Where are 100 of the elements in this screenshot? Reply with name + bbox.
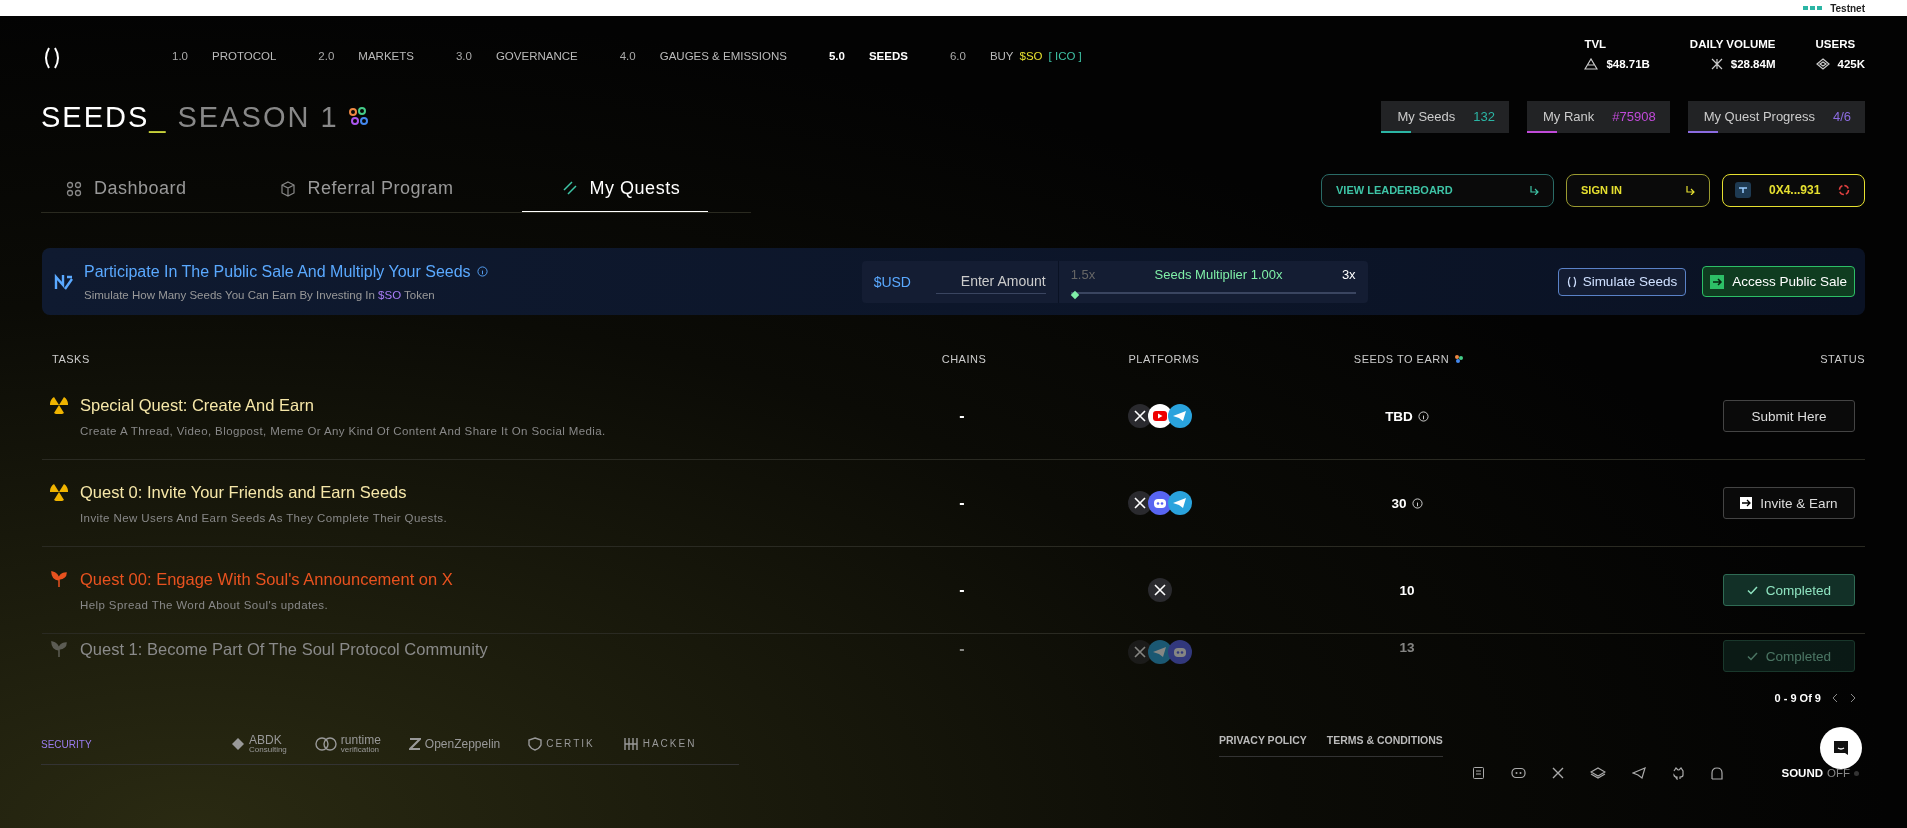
action-button[interactable]: SIGN IN bbox=[1566, 173, 1710, 207]
x-icon[interactable] bbox=[1148, 578, 1172, 602]
seeds-value: 30 bbox=[1391, 495, 1407, 511]
nav-link[interactable]: 6.0 BUY $SO [ ICO ] bbox=[949, 50, 1082, 62]
column-header: SEEDS TO EARN bbox=[1264, 353, 1554, 365]
nav-link[interactable]: 2.0 MARKETS bbox=[318, 50, 414, 62]
column-header: STATUS bbox=[1819, 353, 1865, 365]
quest-title: Quest 0: Invite Your Friends and Earn Seeds bbox=[80, 482, 408, 502]
telegram-icon[interactable] bbox=[1632, 767, 1647, 779]
auditor-logo[interactable]: ABDK Consulting bbox=[231, 734, 287, 754]
access-sale-button[interactable]: Access Public Sale bbox=[1702, 266, 1855, 297]
chains-value: - bbox=[958, 640, 966, 658]
column-header: CHAINS bbox=[940, 353, 988, 365]
telegram-icon[interactable] bbox=[1168, 404, 1192, 428]
check-icon bbox=[1746, 651, 1758, 661]
quest-title: Quest 1: Become Part Of The Soul Protocol Community bbox=[80, 640, 488, 659]
nav-link[interactable]: 4.0 GAUGES & EMISSIONS bbox=[619, 50, 787, 62]
tab[interactable]: Dashboard bbox=[41, 167, 205, 212]
cube-icon bbox=[279, 180, 296, 197]
stat-value: 425K bbox=[1837, 58, 1865, 70]
stat-label: TVL bbox=[1584, 38, 1608, 50]
signal-icon bbox=[1803, 6, 1823, 10]
stat-badge: My Seeds 132 bbox=[1381, 101, 1509, 133]
next-icon[interactable] bbox=[1849, 693, 1857, 703]
simulate-button[interactable]: Simulate Seeds bbox=[1557, 267, 1687, 296]
status-button[interactable]: Completed bbox=[1723, 574, 1855, 606]
arrow-icon bbox=[1740, 497, 1753, 509]
max-label: 3x bbox=[1341, 266, 1356, 282]
radiation-icon bbox=[50, 395, 68, 414]
sprout-icon bbox=[50, 640, 68, 658]
slashes-icon bbox=[561, 180, 578, 196]
stat-label: USERS bbox=[1815, 38, 1857, 50]
quest-description: Invite New Users And Earn Seeds As They Complete Their Quests. bbox=[80, 511, 447, 524]
page-title: SEEDS_ SEASON 1 bbox=[41, 100, 339, 134]
auditor-logo[interactable]: HACKEN bbox=[622, 737, 697, 751]
quest-description: Help Spread The Word About Soul's updates. bbox=[80, 598, 330, 611]
seeds-icon bbox=[1454, 354, 1465, 364]
banner-description: Simulate How Many Seeds You Can Earn By Investing In $SO Token bbox=[84, 288, 436, 301]
sprout-icon bbox=[50, 569, 68, 588]
cross-icon bbox=[1710, 58, 1723, 70]
diamond-icon bbox=[1815, 58, 1830, 70]
tab[interactable]: My Quests bbox=[521, 167, 709, 212]
nav-link[interactable]: 3.0 GOVERNANCE bbox=[455, 50, 578, 62]
document-icon[interactable] bbox=[1472, 766, 1486, 780]
stat-badge: My Quest Progress 4/6 bbox=[1687, 101, 1865, 133]
action-button[interactable]: VIEW LEADERBOARD bbox=[1321, 173, 1554, 207]
network-label: Testnet bbox=[1830, 2, 1865, 14]
min-label: 1.5x bbox=[1070, 266, 1096, 282]
telegram-icon[interactable] bbox=[1168, 491, 1192, 515]
security-label: SECURITY bbox=[41, 738, 93, 750]
footer-link[interactable]: PRIVACY POLICY bbox=[1219, 734, 1307, 746]
chains-value: - bbox=[958, 407, 966, 425]
return-arrow-icon bbox=[1685, 185, 1695, 195]
stat-badge: My Rank #75908 bbox=[1526, 101, 1670, 133]
stat-value: $48.71B bbox=[1606, 58, 1650, 70]
footer-link[interactable]: TERMS & CONDITIONS bbox=[1326, 734, 1443, 746]
amount-field[interactable]: Enter Amount bbox=[935, 269, 1046, 294]
chat-button[interactable] bbox=[1820, 727, 1862, 769]
seeds-icon bbox=[346, 106, 369, 128]
discord-icon[interactable] bbox=[1511, 767, 1527, 779]
stat-value: $28.84M bbox=[1730, 58, 1776, 70]
auditor-logo[interactable]: CERTIK bbox=[528, 737, 595, 751]
banner-title: Participate In The Public Sale And Multiply Your Seeds bbox=[84, 262, 471, 281]
stat-label: DAILY VOLUME bbox=[1689, 38, 1776, 50]
chains-value: - bbox=[958, 581, 966, 599]
tab[interactable]: Referral Program bbox=[254, 167, 472, 212]
return-arrow-icon bbox=[1529, 185, 1539, 195]
status-button[interactable]: Submit Here bbox=[1723, 400, 1855, 432]
chains-value: - bbox=[958, 494, 966, 512]
nav-link[interactable]: 1.0 PROTOCOL bbox=[172, 50, 277, 62]
nav-link[interactable]: 5.0 SEEDS bbox=[828, 50, 908, 62]
auditor-logo[interactable]: OpenZeppelin bbox=[408, 737, 501, 751]
wallet-button[interactable]: 0X4...931 bbox=[1722, 173, 1865, 207]
column-header: TASKS bbox=[52, 353, 91, 365]
chat-icon bbox=[1831, 738, 1851, 758]
currency-label: $USD bbox=[873, 273, 911, 290]
seeds-value: TBD bbox=[1385, 408, 1413, 424]
logo-icon[interactable] bbox=[42, 46, 62, 70]
quest-title: Special Quest: Create And Earn bbox=[80, 395, 315, 415]
column-header: PLATFORMS bbox=[1127, 353, 1201, 365]
prev-icon[interactable] bbox=[1831, 693, 1839, 703]
bracket-icon bbox=[1566, 275, 1577, 288]
radiation-icon bbox=[50, 482, 68, 501]
x-icon[interactable] bbox=[1552, 767, 1565, 779]
multiplier-slider[interactable] bbox=[1070, 289, 1356, 297]
quest-title: Quest 00: Engage With Soul's Announcement on X bbox=[80, 569, 453, 589]
grid-icon bbox=[66, 180, 82, 197]
check-icon bbox=[1746, 585, 1758, 595]
info-icon bbox=[476, 266, 488, 277]
avatar-icon bbox=[1735, 182, 1751, 198]
quest-description: Create A Thread, Video, Blogpost, Meme Or Any Kind Of Content And Share It On Social Media. bbox=[80, 424, 606, 437]
slider-thumb[interactable] bbox=[1070, 290, 1079, 299]
seeds-value: 13 bbox=[1399, 640, 1415, 655]
arrow-icon bbox=[1710, 274, 1725, 289]
refresh-icon bbox=[1838, 184, 1851, 196]
pagination-label: 0 - 9 Of 9 bbox=[1774, 692, 1821, 704]
seeds-value: 10 bbox=[1399, 582, 1415, 598]
auditor-logo[interactable]: runtime verification bbox=[314, 734, 381, 754]
multiplier-label: Seeds Multiplier 1.00x bbox=[1154, 266, 1283, 282]
status-button[interactable]: Invite & Earn bbox=[1723, 487, 1855, 519]
